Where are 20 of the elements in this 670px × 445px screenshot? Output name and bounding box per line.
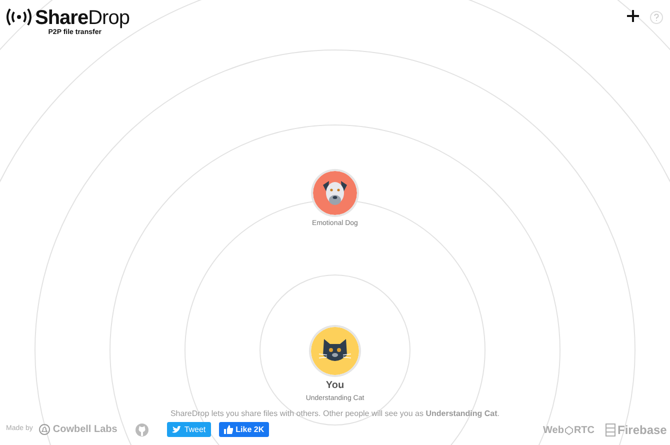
webrtc-icon [564,426,573,434]
help-icon[interactable] [650,11,663,24]
dog-avatar-icon [313,171,357,215]
info-text: ShareDrop lets you share files with others. Other people will see you as Understanding Cat. [170,408,500,420]
add-icon[interactable] [627,10,639,22]
webrtc-logo-text: RTC [574,424,594,438]
company-link[interactable]: Cowbell Labs [52,422,118,437]
logo-title: ShareDrop [35,8,130,28]
bird-icon [172,426,182,434]
like-button[interactable]: Like 2K [218,422,270,437]
firebase-logo-text: Firebase [618,422,667,439]
database-icon [604,423,616,437]
cat-avatar-icon [311,327,359,375]
self-label: You [326,379,344,393]
tweet-button[interactable]: Tweet [167,422,211,437]
webrtc-logo-text: Web [543,424,564,438]
github-icon[interactable] [135,422,150,436]
bell-icon [38,424,50,435]
broadcast-icon [6,8,32,26]
thumbs-up-icon [224,425,233,434]
